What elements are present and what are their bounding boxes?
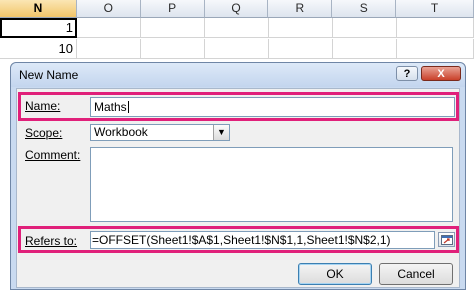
cell-n2[interactable]: 10 — [0, 39, 77, 59]
name-value: Maths — [94, 100, 127, 114]
name-field[interactable]: Maths — [90, 97, 455, 117]
column-headers: N O P Q R S T — [0, 0, 474, 18]
column-header-r[interactable]: R — [268, 0, 333, 18]
column-header-s[interactable]: S — [332, 0, 397, 18]
scope-value: Workbook — [94, 125, 148, 139]
column-header-o[interactable]: O — [76, 0, 141, 18]
name-label: Name: — [25, 99, 61, 113]
cell[interactable] — [77, 39, 141, 59]
column-header-n[interactable]: N — [0, 0, 77, 18]
new-name-dialog: New Name ? X Name: Maths Scope: Workbook… — [10, 62, 466, 290]
chevron-down-icon[interactable]: ▼ — [213, 125, 229, 140]
column-header-q[interactable]: Q — [204, 0, 269, 18]
comment-label: Comment: — [25, 148, 81, 162]
scope-dropdown[interactable]: Workbook ▼ — [90, 124, 230, 141]
close-icon[interactable]: X — [421, 66, 461, 81]
dialog-title: New Name — [19, 68, 79, 82]
ok-button[interactable]: OK — [298, 263, 372, 285]
cell-n1[interactable]: 1 — [0, 18, 77, 38]
dialog-titlebar[interactable]: New Name ? X — [11, 63, 465, 87]
cell[interactable] — [205, 39, 269, 59]
grid-row: 1 — [0, 18, 474, 39]
column-header-p[interactable]: P — [140, 0, 205, 18]
cell[interactable] — [205, 18, 269, 38]
refers-to-label: Refers to: — [25, 234, 78, 248]
range-select-icon[interactable] — [438, 232, 455, 247]
cell[interactable] — [397, 39, 474, 59]
dialog-body: Name: Maths Scope: Workbook ▼ Comment: R… — [16, 88, 460, 288]
cell[interactable] — [333, 39, 397, 59]
cell[interactable] — [141, 39, 205, 59]
cell[interactable] — [269, 39, 333, 59]
comment-textarea[interactable] — [90, 147, 453, 222]
cell[interactable] — [333, 18, 397, 38]
cancel-button[interactable]: Cancel — [379, 263, 453, 285]
cell[interactable] — [397, 18, 474, 38]
scope-label: Scope: — [25, 126, 63, 140]
refers-to-field[interactable]: =OFFSET(Sheet1!$A$1,Sheet1!$N$1,1,Sheet1… — [90, 231, 435, 249]
cell[interactable] — [269, 18, 333, 38]
column-header-t[interactable]: T — [396, 0, 474, 18]
cell[interactable] — [141, 18, 205, 38]
text-caret — [127, 101, 129, 113]
cell[interactable] — [77, 18, 141, 38]
grid-row: 10 — [0, 39, 474, 60]
help-icon[interactable]: ? — [396, 66, 418, 81]
